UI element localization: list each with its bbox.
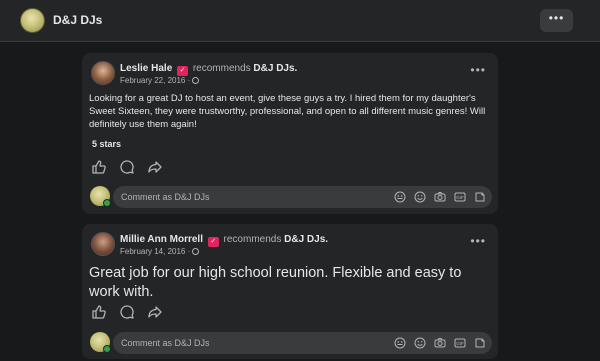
rating-label: 5 stars [92,139,122,149]
camera-icon[interactable] [434,337,446,349]
post-header: Millie Ann Morrell ✓ recommends D&J DJs. [120,234,328,247]
post-body: Great job for our high school reunion. F… [89,265,462,300]
author-name[interactable]: Leslie Hale [120,63,172,74]
gif-icon[interactable]: GIF [454,191,466,203]
author-name[interactable]: Millie Ann Morrell [120,234,203,245]
post-more-button[interactable]: ••• [470,234,486,248]
sticker-icon[interactable] [474,337,486,349]
comment-input[interactable]: Comment as D&J DJs GIF [113,332,492,354]
post-more-button[interactable]: ••• [470,63,486,77]
page-avatar[interactable] [20,8,45,33]
post-body: Looking for a great DJ to host an event,… [89,93,486,130]
recommendation-post: Millie Ann Morrell ✓ recommends D&J DJs.… [82,224,498,359]
recommends-text: recommends [192,63,251,74]
page-header: D&J DJs ••• [0,0,600,42]
emoji-icon[interactable] [414,191,426,203]
comment-icon[interactable] [119,304,135,320]
active-status-icon [103,345,111,353]
page-name[interactable]: D&J DJs [53,13,102,27]
emoji-icon[interactable] [414,337,426,349]
comment-placeholder: Comment as D&J DJs [121,338,210,348]
recommends-text: recommends [223,234,282,245]
globe-icon [192,77,200,84]
active-status-icon [103,199,111,207]
recommendation-post: Leslie Hale ✓ recommends D&J DJs. Februa… [82,53,498,214]
comment-composer: Comment as D&J DJs GIF [90,332,492,354]
recommend-icon: ✓ [177,66,189,76]
recommend-icon: ✓ [207,237,219,247]
svg-text:GIF: GIF [456,341,464,346]
comment-input[interactable]: Comment as D&J DJs GIF [113,186,492,208]
comment-tools: GIF [394,337,486,349]
svg-text:GIF: GIF [456,195,464,200]
camera-icon[interactable] [434,191,446,203]
avatar[interactable] [91,232,115,256]
like-icon[interactable] [91,304,107,320]
globe-icon [192,248,200,255]
share-icon[interactable] [147,304,163,320]
recommended-page-link[interactable]: D&J DJs. [284,234,328,245]
comment-composer: Comment as D&J DJs GIF [90,186,492,208]
post-header: Leslie Hale ✓ recommends D&J DJs. [120,63,297,76]
share-icon[interactable] [147,159,163,175]
gif-icon[interactable]: GIF [454,337,466,349]
sticker-icon[interactable] [474,191,486,203]
post-date[interactable]: February 14, 2016 · [120,247,200,256]
recommended-page-link[interactable]: D&J DJs. [253,63,297,74]
post-actions [91,159,163,175]
avatar[interactable] [91,61,115,85]
avatar-sticker-icon[interactable] [394,337,406,349]
like-icon[interactable] [91,159,107,175]
post-date[interactable]: February 22, 2016 · [120,76,200,85]
comment-placeholder: Comment as D&J DJs [121,192,210,202]
post-actions [91,304,163,320]
comment-icon[interactable] [119,159,135,175]
header-more-button[interactable]: ••• [540,9,573,32]
comment-tools: GIF [394,191,486,203]
avatar-sticker-icon[interactable] [394,191,406,203]
